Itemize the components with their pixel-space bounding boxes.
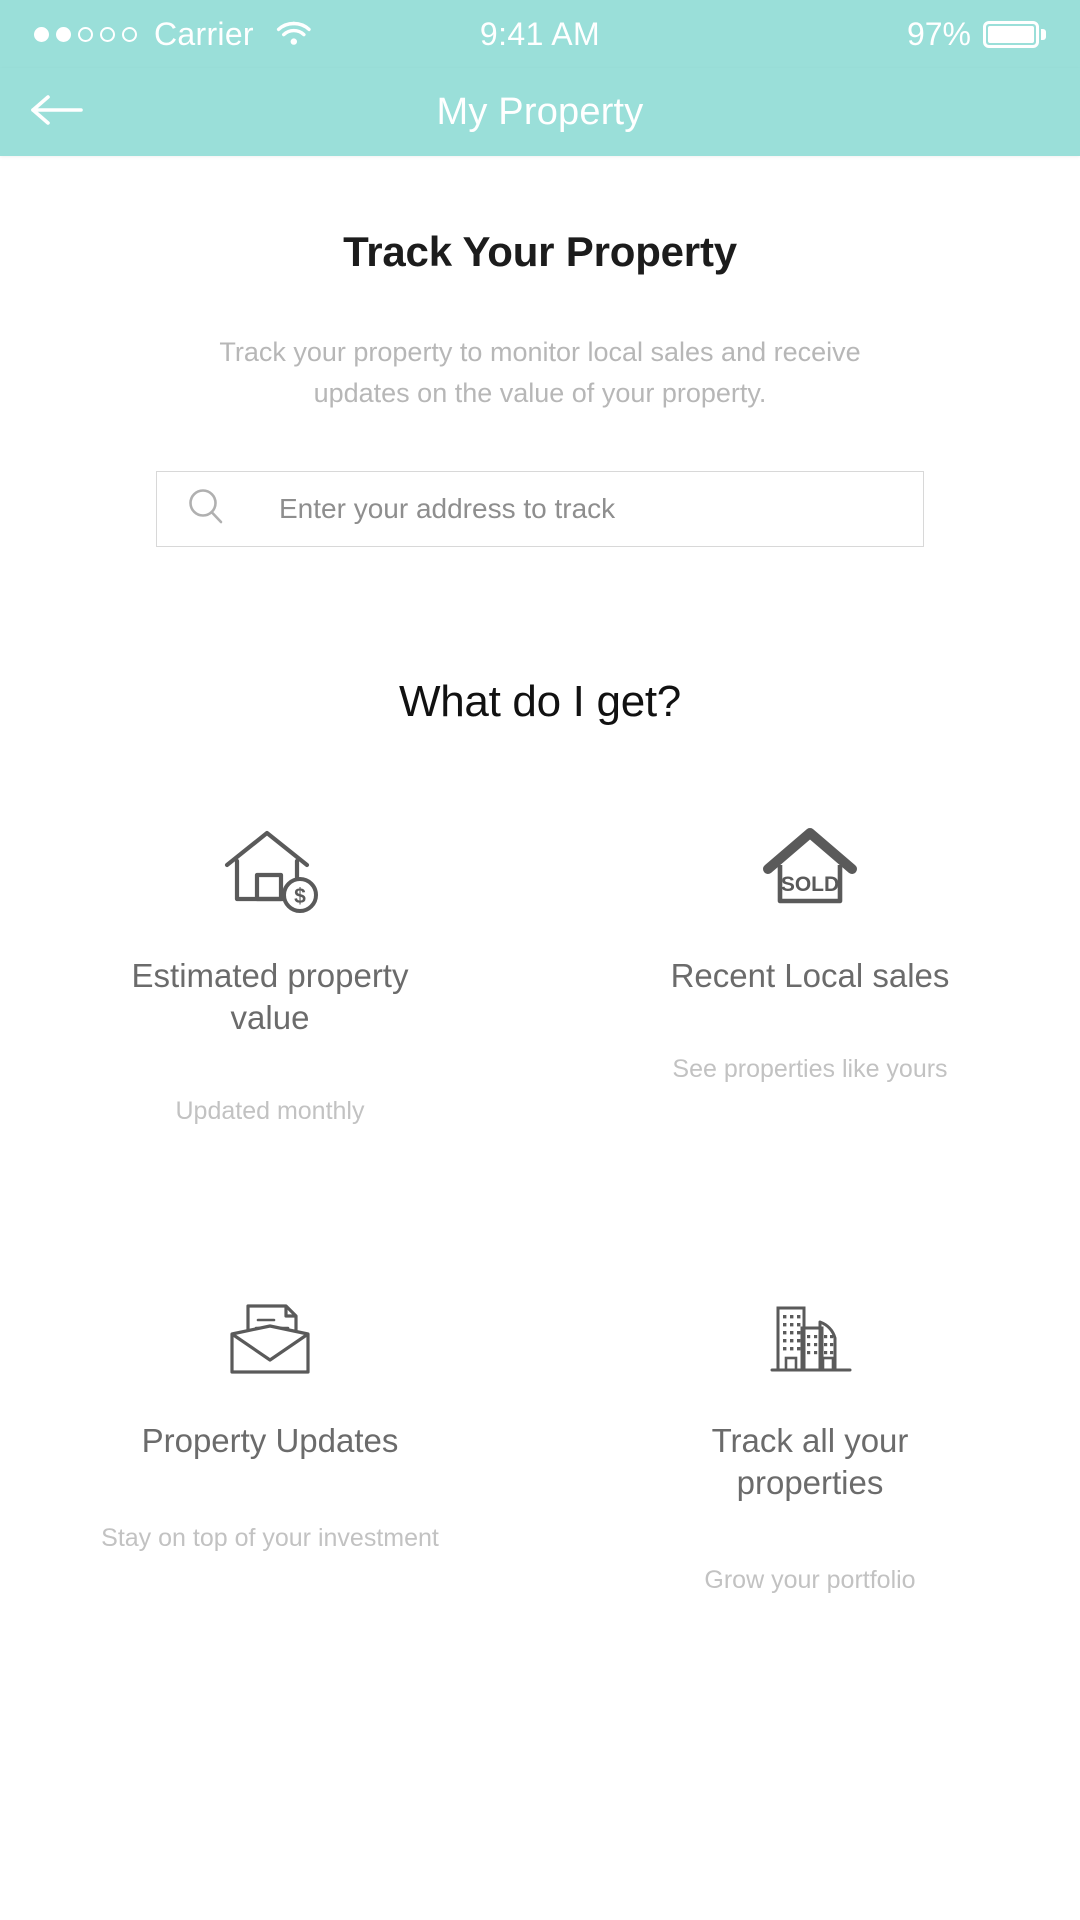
house-sold-icon: SOLD — [760, 821, 860, 917]
feature-title: Track all your properties — [711, 1421, 909, 1502]
feature-subtitle: Updated monthly — [175, 1097, 365, 1126]
feature-title: Recent Local sales — [670, 957, 950, 994]
feature-title: Property Updates — [141, 1421, 399, 1459]
status-bar-left: Carrier — [34, 16, 313, 53]
search-icon — [185, 486, 227, 533]
battery-percent-label: 97% — [906, 15, 971, 52]
buildings-icon — [762, 1286, 858, 1382]
svg-text:$: $ — [294, 885, 306, 908]
features-grid-row-1: $ Estimated property value Updated month… — [0, 799, 1080, 1128]
arrow-left-icon — [28, 88, 88, 137]
battery-icon — [983, 20, 1046, 48]
wifi-icon — [275, 17, 313, 52]
search-input[interactable] — [227, 493, 895, 525]
hero-title: Track Your Property — [343, 228, 737, 275]
clock-label: 9:41 AM — [479, 15, 601, 52]
house-dollar-icon: $ — [215, 821, 325, 917]
signal-strength-icon — [34, 26, 137, 42]
features-grid-row-2: Property Updates Stay on top of your inv… — [0, 1200, 1080, 1597]
feature-card-estimated-property-value[interactable]: $ Estimated property value Updated month… — [0, 799, 540, 1128]
feature-card-property-updates[interactable]: Property Updates Stay on top of your inv… — [0, 1200, 540, 1597]
status-bar: Carrier 9:41 AM 97% — [0, 0, 1080, 68]
feature-subtitle: Grow your portfolio — [704, 1566, 916, 1595]
back-button[interactable] — [18, 72, 98, 152]
feature-subtitle: See properties like yours — [672, 1055, 948, 1084]
page-content: Track Your Property Track your property … — [0, 228, 1080, 1637]
carrier-label: Carrier — [154, 15, 254, 52]
section-heading-what-do-i-get: What do I get? — [399, 677, 681, 726]
status-bar-right: 97% — [907, 16, 1046, 53]
feature-card-recent-local-sales[interactable]: SOLD Recent Local sales See properties l… — [540, 799, 1080, 1128]
feature-title: Estimated property value — [131, 957, 409, 1037]
svg-text:SOLD: SOLD — [781, 873, 839, 896]
hero-subtitle: Track your property to monitor local sal… — [219, 337, 861, 408]
search-field[interactable] — [156, 471, 924, 547]
feature-card-track-all-properties[interactable]: Track all your properties Grow your port… — [540, 1200, 1080, 1597]
feature-subtitle: Stay on top of your investment — [101, 1524, 439, 1553]
envelope-document-icon — [218, 1286, 322, 1382]
nav-bar: My Property — [0, 68, 1080, 156]
page-title: My Property — [436, 90, 644, 133]
